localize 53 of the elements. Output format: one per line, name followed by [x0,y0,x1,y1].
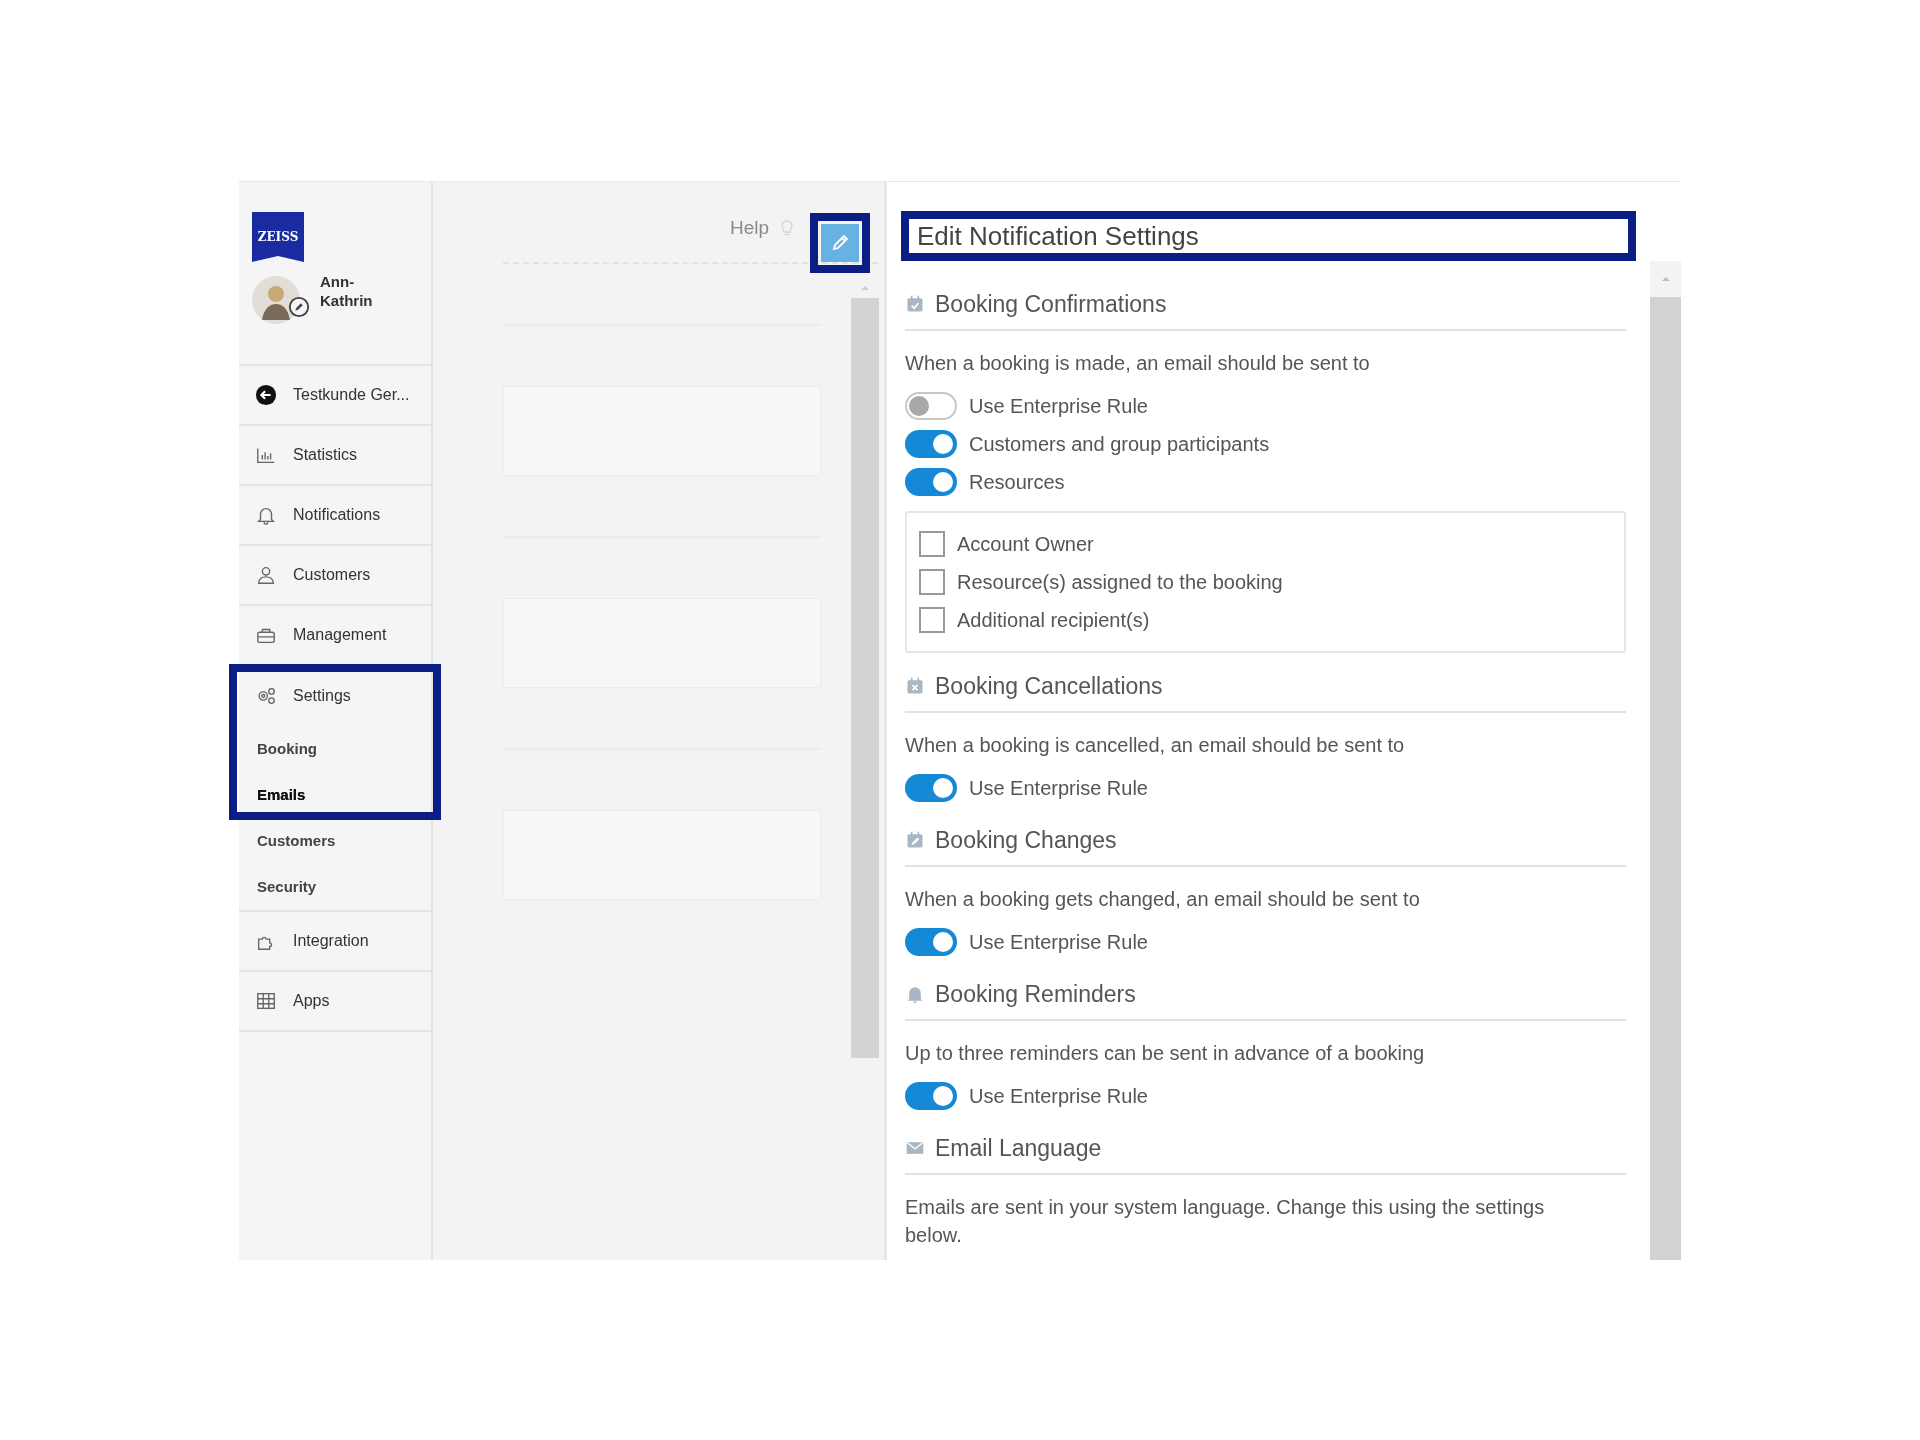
checkbox-label: Resource(s) assigned to the booking [957,570,1283,594]
nav-item[interactable]: Apps [239,970,431,1030]
nav-item[interactable]: Customers [239,544,431,604]
calendar-edit-icon [905,830,925,850]
section-title: Email Language [935,1134,1102,1162]
toggle-label: Use Enterprise Rule [969,1084,1148,1108]
section-description: When a booking is made, an email should be sent to [905,351,1371,376]
calendar-x-icon [905,676,925,696]
calendar-check-icon [905,294,925,314]
section-title: Booking Reminders [935,980,1136,1008]
scrollbar[interactable] [1650,261,1681,1260]
section-title: Booking Changes [935,826,1117,854]
toggle-switch[interactable] [905,1082,957,1110]
nav-subitem[interactable]: Customers [239,818,431,864]
section-title: Booking Confirmations [935,290,1167,318]
checkbox[interactable] [919,531,945,557]
toggle-switch[interactable] [905,468,957,496]
toggle-label: Customers and group participants [969,432,1270,456]
checkbox-label: Account Owner [957,532,1094,556]
user-name: Ann-Kathrin [320,272,374,310]
toggle-label: Use Enterprise Rule [969,776,1148,800]
nav-subitem[interactable]: Booking [239,726,431,772]
logo: ZEISS [252,212,304,262]
toggle-switch[interactable] [905,928,957,956]
section-description: When a booking is cancelled, an email should be sent to [905,733,1406,758]
nav-item[interactable]: Notifications [239,484,431,544]
toggle-switch[interactable] [905,430,957,458]
bell-icon [905,984,925,1004]
nav-item[interactable]: Integration [239,910,431,970]
section-description: Emails are sent in your system language. Change this using the settings below. [905,1195,1546,1248]
section-title: Booking Cancellations [935,672,1163,700]
edit-avatar-icon[interactable] [288,296,310,318]
grid-icon [255,990,277,1012]
person-icon [255,564,277,586]
section-description: Up to three reminders can be sent in advance of a booking [905,1041,1426,1066]
toggle-label: Resources [969,470,1065,494]
avatar-icon [252,276,300,324]
checkbox-label: Additional recipient(s) [957,608,1150,632]
nav-item[interactable]: Settings [239,666,431,726]
section-description: When a booking gets changed, an email should be sent to [905,887,1421,912]
toggle-label: Use Enterprise Rule [969,930,1148,954]
nav-item[interactable]: Management [239,604,431,664]
checkbox[interactable] [919,607,945,633]
nav-item[interactable]: Statistics [239,424,431,484]
toggle-switch[interactable] [905,392,957,420]
edit-button[interactable] [821,224,859,262]
toggle-switch[interactable] [905,774,957,802]
checkbox[interactable] [919,569,945,595]
toggle-label: Use Enterprise Rule [969,394,1148,418]
nav-subitem[interactable]: Emails [239,772,431,818]
panel-title: Edit Notification Settings [901,211,1636,261]
back-link[interactable]: Testkunde Ger... [239,364,431,424]
nav-subitem[interactable]: Security [239,864,431,910]
